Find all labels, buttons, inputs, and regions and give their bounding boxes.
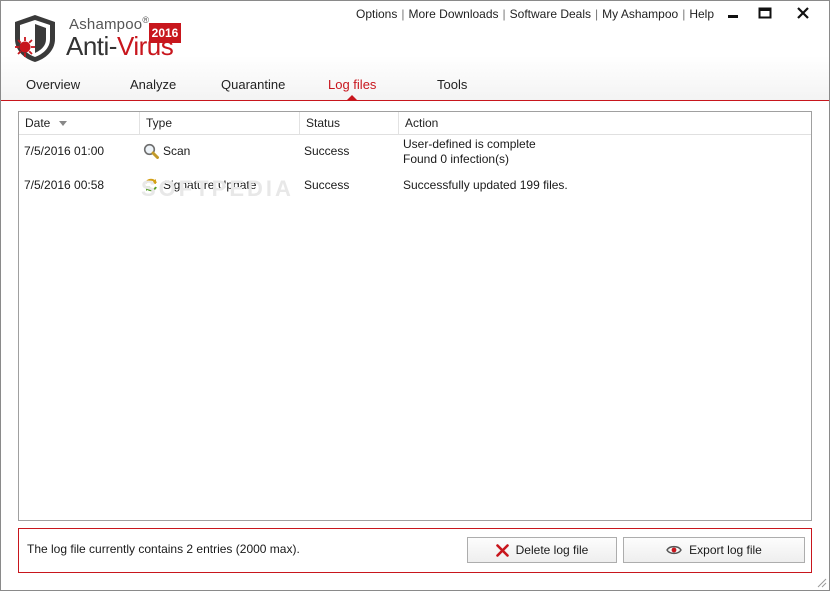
row-status: Success (304, 144, 350, 158)
column-header-status[interactable]: Status (300, 112, 399, 134)
tab-analyze[interactable]: Analyze (130, 77, 176, 92)
tab-quarantine[interactable]: Quarantine (221, 77, 285, 92)
tab-divider (1, 100, 829, 101)
software-deals-link[interactable]: Software Deals (510, 7, 591, 21)
magnifier-icon (143, 143, 159, 159)
year-badge: 2016 (149, 23, 181, 43)
table-row[interactable]: 7/5/2016 01:00 Scan Success User-defined… (19, 136, 811, 168)
top-links: Options | More Downloads | Software Deals | My… (356, 7, 715, 21)
delete-x-icon (495, 543, 509, 557)
delete-log-button[interactable]: Delete log file (467, 537, 617, 563)
log-list-header: Date Type Status Action (19, 112, 811, 135)
close-icon (797, 7, 809, 19)
row-action-line-2: Found 0 infection(s) (403, 152, 510, 166)
my-ashampoo-link[interactable]: My Ashampoo (602, 7, 678, 21)
tab-overview[interactable]: Overview (26, 77, 80, 92)
more-downloads-link[interactable]: More Downloads (408, 7, 498, 21)
row-status: Success (304, 178, 350, 192)
minimize-icon (728, 15, 738, 18)
resize-grip-icon[interactable] (815, 576, 827, 588)
column-header-date[interactable]: Date (19, 112, 140, 134)
help-link[interactable]: Help (689, 7, 714, 21)
product-logo: Ashampoo® Anti-Virus 2016 (9, 11, 189, 69)
app-window: Ashampoo® Anti-Virus 2016 Options | More D… (0, 0, 830, 591)
window-controls (717, 1, 825, 25)
maximize-icon (758, 7, 772, 19)
tab-log-files[interactable]: Log files (328, 77, 376, 92)
watermark: SOFTPEDIA (141, 176, 294, 201)
maximize-button[interactable] (749, 1, 781, 25)
footer-panel: The log file currently contains 2 entrie… (18, 528, 812, 573)
title-bar: Ashampoo® Anti-Virus 2016 Options | More D… (1, 1, 829, 101)
sort-desc-icon (59, 121, 67, 126)
row-date: 7/5/2016 01:00 (24, 144, 105, 158)
row-action-line-1: Successfully updated 199 files. (403, 178, 568, 192)
row-type: Scan (163, 144, 191, 158)
eye-icon (666, 545, 682, 555)
export-log-button[interactable]: Export log file (623, 537, 805, 563)
column-header-action[interactable]: Action (399, 112, 811, 134)
row-action-line-1: User-defined is complete (403, 137, 536, 151)
tab-tools[interactable]: Tools (437, 77, 467, 92)
table-row[interactable]: 7/5/2016 00:58 Signature Update Success … (19, 174, 811, 194)
log-summary-text: The log file currently contains 2 entrie… (27, 542, 300, 556)
row-date: 7/5/2016 00:58 (24, 178, 105, 192)
main-tabs: Overview Analyze Quarantine Log files To… (1, 77, 829, 101)
options-link[interactable]: Options (356, 7, 397, 21)
close-button[interactable] (781, 1, 825, 25)
column-header-type[interactable]: Type (140, 112, 300, 134)
log-list[interactable]: Date Type Status Action 7/5/2016 01:00 S… (18, 111, 812, 521)
shield-virus-icon (15, 15, 55, 62)
minimize-button[interactable] (717, 1, 749, 25)
